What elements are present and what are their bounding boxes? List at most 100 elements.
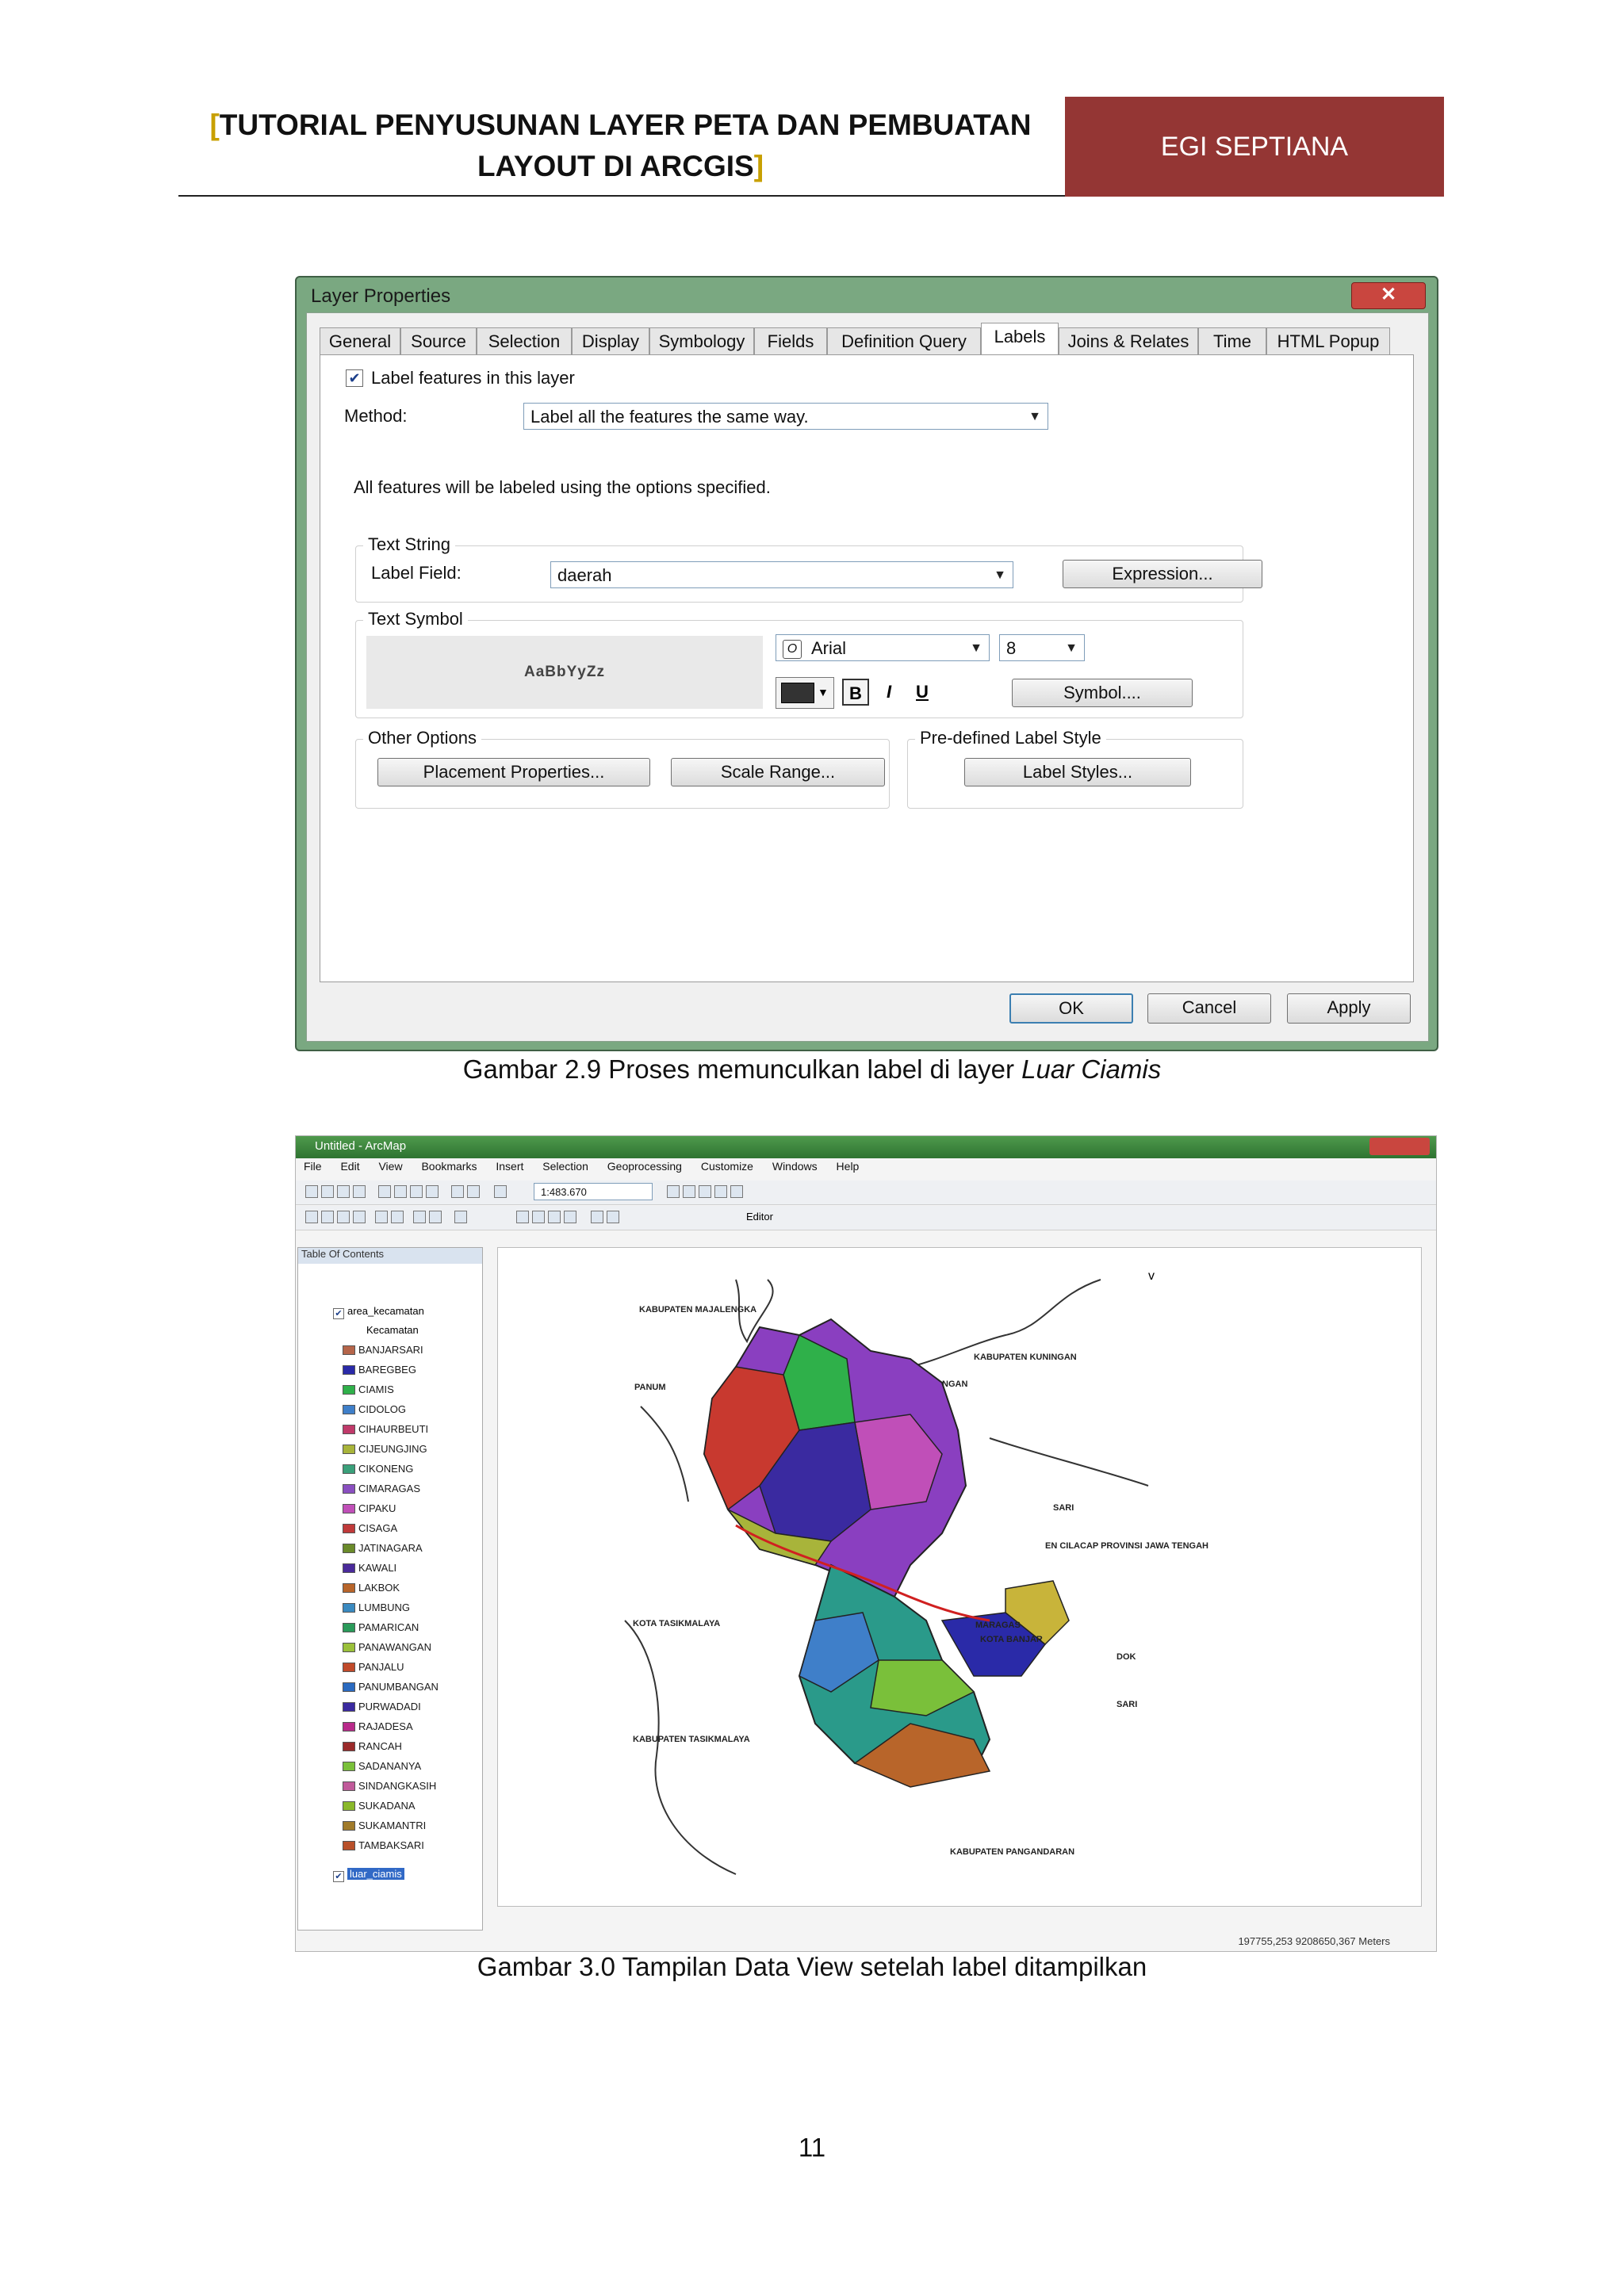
full-extent-icon[interactable] <box>353 1211 366 1223</box>
legend-item: CIMARAGAS <box>343 1479 439 1498</box>
menu-customize[interactable]: Customize <box>701 1160 753 1173</box>
copy-icon[interactable] <box>394 1185 407 1198</box>
placement-properties-button[interactable]: Placement Properties... <box>377 758 650 786</box>
page-number: 11 <box>798 2133 826 2162</box>
window-controls[interactable] <box>1369 1138 1430 1155</box>
label-features-checkbox[interactable]: ✔ <box>346 369 363 387</box>
layer2-name[interactable]: luar_ciamis <box>347 1868 404 1880</box>
cancel-button[interactable]: Cancel <box>1147 993 1271 1024</box>
legend-label: CIKONENG <box>358 1463 414 1475</box>
new-icon[interactable] <box>305 1185 318 1198</box>
legend-swatch <box>343 1503 355 1513</box>
expression-button[interactable]: Expression... <box>1063 560 1262 588</box>
redo-icon[interactable] <box>467 1185 480 1198</box>
identify-icon[interactable] <box>532 1211 545 1223</box>
scale-box[interactable]: 1:483.670 <box>534 1183 653 1200</box>
tab-symbology[interactable]: Symbology <box>649 327 754 354</box>
method-dropdown[interactable]: Label all the features the same way. ▼ <box>523 403 1048 430</box>
italic-button[interactable]: I <box>875 679 902 706</box>
font-type-icon: O <box>783 640 802 659</box>
legend-label: CIAMIS <box>358 1383 394 1395</box>
paste-icon[interactable] <box>410 1185 423 1198</box>
menu-view[interactable]: View <box>378 1160 402 1173</box>
menu-bookmarks[interactable]: Bookmarks <box>421 1160 477 1173</box>
menu-selection[interactable]: Selection <box>542 1160 588 1173</box>
legend-item: PANAWANGAN <box>343 1637 439 1657</box>
menu-help[interactable]: Help <box>837 1160 860 1173</box>
zoom-out-icon[interactable] <box>321 1211 334 1223</box>
menu-insert[interactable]: Insert <box>496 1160 523 1173</box>
tab-html-popup[interactable]: HTML Popup <box>1266 327 1390 354</box>
label-field-dropdown[interactable]: daerah ▼ <box>550 561 1013 588</box>
tab-labels[interactable]: Labels <box>981 323 1059 356</box>
tab-general[interactable]: General <box>320 327 400 354</box>
legend-label: JATINAGARA <box>358 1542 423 1554</box>
legend-label: LUMBUNG <box>358 1601 411 1613</box>
font-dropdown[interactable]: O Arial ▼ <box>776 634 990 661</box>
legend-swatch <box>343 1840 355 1850</box>
toc-view-buttons[interactable] <box>301 1272 396 1288</box>
menu-file[interactable]: File <box>304 1160 322 1173</box>
symbol-preview: AaBbYyZz <box>366 636 763 709</box>
fixed-zoom-icon[interactable] <box>375 1211 388 1223</box>
layer2-checkbox[interactable]: ✔ <box>333 1871 344 1882</box>
editor-menu[interactable]: Editor <box>746 1211 773 1223</box>
legend-label: RANCAH <box>358 1740 402 1752</box>
measure-icon[interactable] <box>564 1211 576 1223</box>
tab-joins-relates[interactable]: Joins & Relates <box>1059 327 1198 354</box>
delete-icon[interactable] <box>426 1185 439 1198</box>
back-icon[interactable] <box>413 1211 426 1223</box>
scale-range-button[interactable]: Scale Range... <box>671 758 885 786</box>
layer-name[interactable]: area_kecamatan <box>347 1305 424 1317</box>
menu-geoprocessing[interactable]: Geoprocessing <box>607 1160 682 1173</box>
html-popup-icon[interactable] <box>607 1211 619 1223</box>
underline-button[interactable]: U <box>909 679 936 706</box>
legend-swatch <box>343 1483 355 1494</box>
save-icon[interactable] <box>337 1185 350 1198</box>
chevron-down-icon: ▼ <box>818 686 829 698</box>
fixed-zoom-out-icon[interactable] <box>391 1211 404 1223</box>
open-icon[interactable] <box>321 1185 334 1198</box>
toc-icon[interactable] <box>683 1185 695 1198</box>
cut-icon[interactable] <box>378 1185 391 1198</box>
bold-button[interactable]: B <box>842 679 869 706</box>
forward-icon[interactable] <box>429 1211 442 1223</box>
select-features-icon[interactable] <box>454 1211 467 1223</box>
map-label: NGAN <box>942 1380 968 1389</box>
editor-toolbar-icon[interactable] <box>667 1185 680 1198</box>
table-of-contents: Table Of Contents ✔ area_kecamatan Kecam… <box>297 1247 483 1931</box>
search-icon[interactable] <box>714 1185 727 1198</box>
catalog-icon[interactable] <box>699 1185 711 1198</box>
legend-item: CIHAURBEUTI <box>343 1419 439 1439</box>
tab-selection[interactable]: Selection <box>477 327 572 354</box>
zoom-in-icon[interactable] <box>305 1211 318 1223</box>
font-size-dropdown[interactable]: 8 ▼ <box>999 634 1085 661</box>
add-data-icon[interactable] <box>494 1185 507 1198</box>
close-button[interactable]: ✕ <box>1351 282 1426 309</box>
undo-icon[interactable] <box>451 1185 464 1198</box>
menu-edit[interactable]: Edit <box>340 1160 359 1173</box>
apply-button[interactable]: Apply <box>1287 993 1411 1024</box>
legend-swatch <box>343 1800 355 1811</box>
symbol-button[interactable]: Symbol.... <box>1012 679 1193 707</box>
tab-source[interactable]: Source <box>400 327 477 354</box>
menu-windows[interactable]: Windows <box>772 1160 818 1173</box>
coordinates: 197755,253 9208650,367 Meters <box>1238 1935 1390 1947</box>
print-icon[interactable] <box>353 1185 366 1198</box>
tab-display[interactable]: Display <box>572 327 649 354</box>
arctoolbox-icon[interactable] <box>730 1185 743 1198</box>
map-view[interactable]: v KABUPATEN MAJALENGKA KABUPATEN KUNINGA… <box>497 1247 1422 1907</box>
layer-checkbox[interactable]: ✔ <box>333 1308 344 1319</box>
label-styles-button[interactable]: Label Styles... <box>964 758 1191 786</box>
ok-button[interactable]: OK <box>1009 993 1133 1024</box>
hyperlink-icon[interactable] <box>591 1211 603 1223</box>
find-icon[interactable] <box>548 1211 561 1223</box>
pan-icon[interactable] <box>337 1211 350 1223</box>
tab-fields[interactable]: Fields <box>754 327 827 354</box>
map-label: MARAGAS <box>975 1621 1021 1630</box>
tab-definition-query[interactable]: Definition Query <box>827 327 981 354</box>
color-picker[interactable]: ▼ <box>776 677 834 709</box>
pointer-icon[interactable] <box>516 1211 529 1223</box>
map-label: KABUPATEN PANGANDARAN <box>950 1847 1075 1857</box>
tab-time[interactable]: Time <box>1198 327 1266 354</box>
